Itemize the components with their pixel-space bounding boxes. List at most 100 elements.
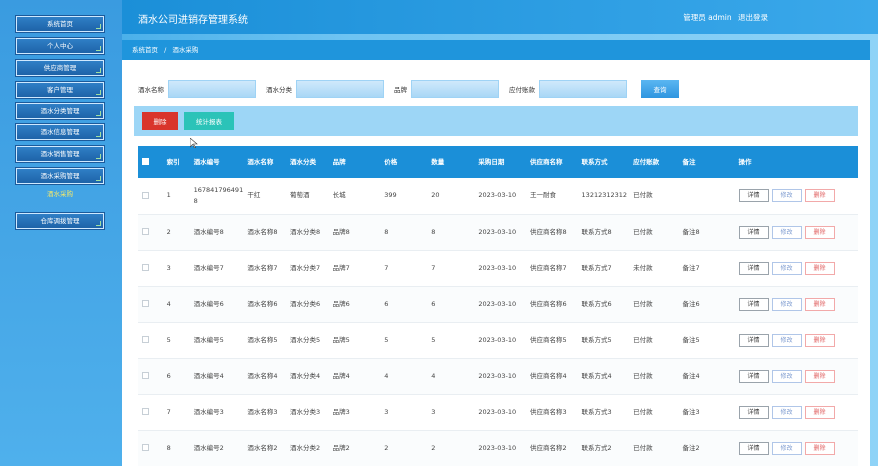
- search-brand-input[interactable]: [411, 80, 499, 98]
- delete-button[interactable]: 删除: [804, 441, 835, 455]
- cell-name: 酒水名称6: [243, 286, 287, 323]
- col-brand: 品牌: [328, 146, 381, 178]
- col-price: 价格: [380, 146, 428, 178]
- detail-button[interactable]: 详情: [738, 297, 769, 311]
- detail-button[interactable]: 详情: [738, 369, 769, 383]
- table-row: 7 酒水编号3 酒水名称3 酒水分类3 品牌3 3 3 2023-03-10 供应商名称3 联系方…: [138, 394, 858, 431]
- cell-note: [678, 178, 735, 215]
- row-checkbox[interactable]: [138, 430, 163, 466]
- cell-contact: 联系方式2: [577, 430, 630, 466]
- cell-qty: 20: [427, 178, 475, 215]
- edit-button[interactable]: 修改: [771, 405, 802, 419]
- action-bar: 删除 统计报表: [134, 106, 858, 136]
- col-payment: 应付账款: [629, 146, 679, 178]
- row-actions: 详情 修改 删除: [734, 250, 858, 287]
- search-name-input[interactable]: [168, 80, 256, 98]
- delete-button[interactable]: 删除: [804, 333, 835, 347]
- cell-brand: 品牌6: [328, 286, 381, 323]
- delete-button[interactable]: 删除: [804, 189, 835, 203]
- row-checkbox[interactable]: [138, 322, 163, 359]
- breadcrumb-home[interactable]: 系统首页: [132, 46, 158, 54]
- row-checkbox[interactable]: [138, 178, 163, 215]
- sidebar-item-warehouse[interactable]: 仓库调拨管理: [16, 213, 104, 229]
- select-all-checkbox[interactable]: [138, 146, 163, 178]
- edit-button[interactable]: 修改: [771, 261, 802, 275]
- user-box: 管理员 admin 退出登录: [683, 12, 772, 23]
- cell-cat: 酒水分类3: [286, 394, 329, 431]
- detail-button[interactable]: 详情: [738, 261, 769, 275]
- edit-button[interactable]: 修改: [771, 333, 802, 347]
- purchase-table: 索引 酒水编号 酒水名称 酒水分类 品牌 价格 数量 采购日期 供应商名称 联系…: [138, 146, 858, 466]
- detail-button[interactable]: 详情: [738, 441, 769, 455]
- detail-button[interactable]: 详情: [738, 225, 769, 239]
- sidebar-item-purchase-mgmt[interactable]: 酒水采购管理: [16, 168, 104, 184]
- detail-button[interactable]: 详情: [738, 405, 769, 419]
- search-category-label: 酒水分类: [266, 86, 292, 94]
- row-checkbox[interactable]: [138, 394, 163, 431]
- sidebar-subitem-purchase[interactable]: 酒水采购: [16, 188, 104, 200]
- row-checkbox[interactable]: [138, 358, 163, 395]
- cell-note: 备注3: [678, 394, 735, 431]
- cell-cat: 酒水分类5: [286, 322, 329, 359]
- search-button[interactable]: 查询: [641, 80, 679, 98]
- sidebar-item-profile[interactable]: 个人中心: [16, 38, 104, 54]
- cell-name: 干红: [243, 178, 287, 215]
- row-checkbox[interactable]: [138, 286, 163, 323]
- edit-button[interactable]: 修改: [771, 225, 802, 239]
- row-checkbox[interactable]: [138, 214, 163, 251]
- cell-price: 6: [380, 286, 428, 323]
- sidebar-item-products[interactable]: 酒水信息管理: [16, 124, 104, 140]
- cell-date: 2023-03-10: [474, 214, 526, 251]
- edit-button[interactable]: 修改: [771, 441, 802, 455]
- logout-link[interactable]: 退出登录: [738, 13, 768, 22]
- delete-button[interactable]: 删除: [804, 261, 835, 275]
- col-name: 酒水名称: [243, 146, 287, 178]
- app-title: 酒水公司进销存管理系统: [138, 15, 248, 26]
- cell-date: 2023-03-10: [474, 322, 526, 359]
- bulk-delete-button[interactable]: 删除: [142, 112, 178, 130]
- table-row: 6 酒水编号4 酒水名称4 酒水分类4 品牌4 4 4 2023-03-10 供应商名称4 联系方…: [138, 358, 858, 395]
- cell-code: 酒水编号4: [189, 358, 244, 395]
- sidebar-item-home[interactable]: 系统首页: [16, 16, 104, 32]
- cell-cat: 酒水分类4: [286, 358, 329, 395]
- cell-date: 2023-03-10: [474, 286, 526, 323]
- delete-button[interactable]: 删除: [804, 225, 835, 239]
- edit-button[interactable]: 修改: [771, 369, 802, 383]
- cell-date: 2023-03-10: [474, 178, 526, 215]
- cell-code: 酒水编号5: [189, 322, 244, 359]
- detail-button[interactable]: 详情: [738, 333, 769, 347]
- row-checkbox[interactable]: [138, 250, 163, 287]
- search-payment-input[interactable]: [539, 80, 627, 98]
- delete-button[interactable]: 删除: [804, 369, 835, 383]
- search-category-input[interactable]: [296, 80, 384, 98]
- sidebar-item-categories[interactable]: 酒水分类管理: [16, 103, 104, 119]
- cell-qty: 8: [427, 214, 475, 251]
- cell-date: 2023-03-10: [474, 250, 526, 287]
- cell-supplier: 供应商名称7: [525, 250, 578, 287]
- sidebar-item-customers[interactable]: 客户管理: [16, 82, 104, 98]
- edit-button[interactable]: 修改: [771, 297, 802, 311]
- sidebar-item-suppliers[interactable]: 供应商管理: [16, 60, 104, 76]
- detail-button[interactable]: 详情: [738, 189, 769, 203]
- cell-brand: 品牌5: [328, 322, 381, 359]
- delete-button[interactable]: 删除: [804, 405, 835, 419]
- edit-button[interactable]: 修改: [771, 189, 802, 203]
- cell-idx: 7: [162, 394, 190, 431]
- cell-brand: 品牌4: [328, 358, 381, 395]
- cell-idx: 5: [162, 322, 190, 359]
- breadcrumb: 系统首页 / 酒水采购: [122, 40, 870, 60]
- cell-price: 3: [380, 394, 428, 431]
- cell-supplier: 供应商名称5: [525, 322, 578, 359]
- cell-note: 备注2: [678, 430, 735, 466]
- cell-price: 5: [380, 322, 428, 359]
- stats-report-button[interactable]: 统计报表: [184, 112, 234, 130]
- cell-note: 备注4: [678, 358, 735, 395]
- table-row: 8 酒水编号2 酒水名称2 酒水分类2 品牌2 2 2 2023-03-10 供应商名称2 联系方…: [138, 430, 858, 466]
- sidebar-item-sales[interactable]: 酒水销售管理: [16, 146, 104, 162]
- cell-supplier: 王一耐食: [525, 178, 578, 215]
- cell-pay: 已付款: [629, 322, 679, 359]
- delete-button[interactable]: 删除: [804, 297, 835, 311]
- cell-supplier: 供应商名称6: [525, 286, 578, 323]
- cell-code: 酒水编号7: [189, 250, 244, 287]
- cell-idx: 6: [162, 358, 190, 395]
